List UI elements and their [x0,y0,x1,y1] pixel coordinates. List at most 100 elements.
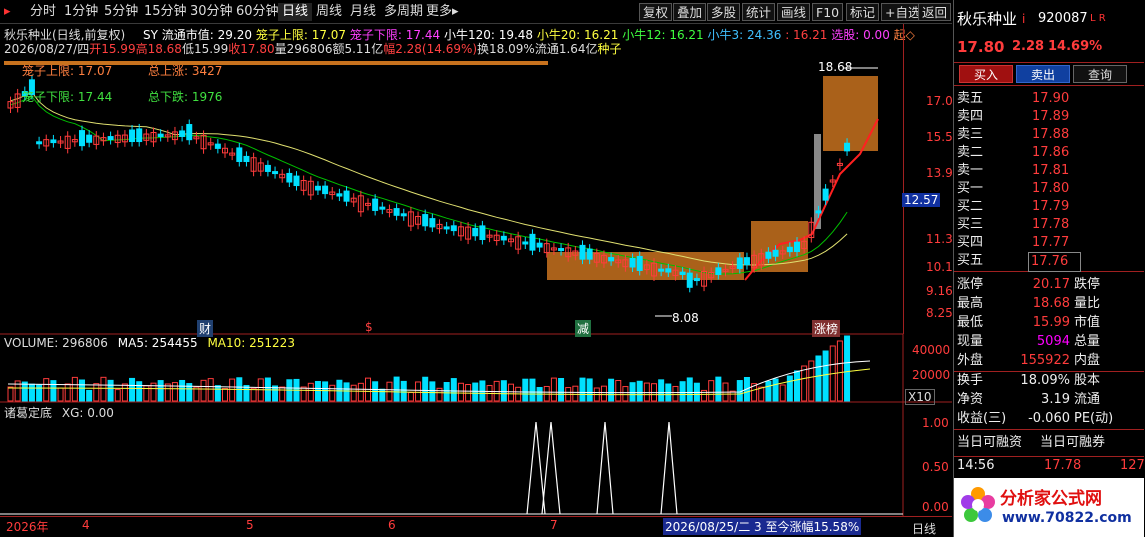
volume-bar [379,388,386,402]
candle-body [765,251,772,259]
mark-button[interactable]: 标记 [846,3,880,21]
candle-body [50,139,57,144]
volume-bar [129,377,136,402]
low-value: 低15.99 [181,42,229,56]
candle-body [86,134,93,143]
kline-chart[interactable] [0,24,952,537]
candle-body [129,129,136,143]
moving-average-lines [10,91,879,281]
tab-multi-period[interactable]: 多周期 [380,3,427,21]
buy-level-row[interactable]: 买二 17.79 [954,198,1144,216]
sell-level-row[interactable]: 卖一 17.81 [954,162,1144,180]
ma-yellow-line [10,91,848,266]
candle-body [536,242,543,248]
stat-l: 外盘 [957,353,984,368]
candle-body [186,124,193,141]
volume-bar [243,385,250,402]
period-toolbar: ▸ 分时 1分钟 5分钟 15分钟 30分钟 60分钟 日线 周线 月线 多周期… [0,0,952,24]
query-button[interactable]: 查询 [1073,65,1127,83]
site-logo: 分析家公式网 www.70822.com [954,478,1144,537]
volume-bar [322,381,329,402]
sell-level-price: 17.81 [1032,163,1070,178]
volume-bar [400,380,407,402]
candle-body [679,271,686,275]
event-dollar-badge[interactable]: $ [365,320,373,334]
sell-level-price: 17.90 [1032,91,1070,106]
cursor-price-tag: 12.57 [902,193,941,207]
sell-level-row[interactable]: 卖三 17.88 [954,126,1144,144]
candle-body [815,210,822,214]
tab-daily[interactable]: 日线 [278,3,313,21]
overlay-button[interactable]: 叠加 [673,3,707,21]
volume-bar [572,385,579,402]
sell-level-row[interactable]: 卖四 17.89 [954,108,1144,126]
candle-body [429,218,436,228]
sell-level-row[interactable]: 卖五 17.90 [954,90,1144,108]
volume-bar [393,376,400,402]
buy-level-row[interactable]: 买一 17.80 [954,180,1144,198]
vol-tick: 40000 [912,343,951,357]
f10-button[interactable]: F10 [812,3,844,21]
float-value: 流通1.64亿 [534,42,598,56]
volume-bar [157,380,164,402]
period-label: 日线 [912,522,937,536]
toolbar-arrow-icon[interactable]: ▸ [0,3,15,21]
stat-v: 15.99 [1032,315,1070,330]
amt-value: 额5.11亿 [332,42,384,56]
high-value: 高18.68 [135,42,182,56]
candle-body [79,130,85,147]
change-value: 2.28 [1012,39,1045,54]
volume-bar [786,375,793,402]
volume-bar [729,390,736,402]
restore-button[interactable]: 复权 [639,3,673,21]
tab-more[interactable]: 更多▸ [422,3,463,21]
buy-level-row[interactable]: 买三 17.78 [954,216,1144,234]
buy-button[interactable]: 买入 [959,65,1013,83]
stat-row: 外盘 155922 内盘 [954,352,1144,370]
stat-l: 换手 [957,373,984,388]
event-cai-badge[interactable]: 财 [197,320,214,337]
tab-5min[interactable]: 5分钟 [100,3,142,21]
volume-bar [529,378,536,402]
tab-30min[interactable]: 30分钟 [186,3,237,21]
sell-button[interactable]: 卖出 [1016,65,1070,83]
buy-level-row[interactable]: 买五 17.76 [954,252,1144,272]
high-mark-label: 18.68 [818,60,853,74]
low-mark-label: 8.08 [672,311,699,325]
candle-body [472,227,479,237]
buy-level-row[interactable]: 买四 17.77 [954,234,1144,252]
candle-body [293,175,300,187]
ind-tick: 0.00 [922,500,949,514]
stat-l: 涨停 [957,277,984,292]
tick-time: 14:56 [957,458,995,473]
volume-bar [708,380,715,402]
stat-row: 收益(三) -0.060 PE(动) [954,410,1144,428]
volume-bar [429,381,436,402]
tab-1min[interactable]: 1分钟 [60,3,102,21]
tab-weekly[interactable]: 周线 [312,3,346,21]
tab-60min[interactable]: 60分钟 [232,3,283,21]
volume-bar [350,384,357,402]
volume-bar [686,377,693,402]
sell-level-row[interactable]: 卖二 17.86 [954,144,1144,162]
event-zt-badge[interactable]: 涨榜 [812,320,841,337]
multi-stock-button[interactable]: 多股 [707,3,741,21]
candle-body [343,190,350,202]
signal-spike [526,421,546,515]
event-jian-badge[interactable]: 减 [575,320,592,337]
candle-body [322,185,329,195]
stats-button[interactable]: 统计 [742,3,776,21]
draw-button[interactable]: 画线 [777,3,811,21]
volume-bar [636,380,643,402]
tab-15min[interactable]: 15分钟 [140,3,191,21]
buy-level-label: 买五 [957,253,984,268]
stats-block: 涨停 20.17 跌停 最高 18.68 量比 最低 15.99 市值 现量 5094 总量 外盘 155… [954,276,1144,372]
stat-row: 净资 3.19 流通 [954,391,1144,409]
logo-url: www.70822.com [1002,510,1132,526]
tab-fenshi[interactable]: 分时 [26,3,60,21]
candle-body [629,257,636,268]
volume-bar [822,350,829,402]
tab-monthly[interactable]: 月线 [346,3,380,21]
vol-unit: X10 [905,389,935,405]
back-button[interactable]: 返回 [918,3,952,21]
